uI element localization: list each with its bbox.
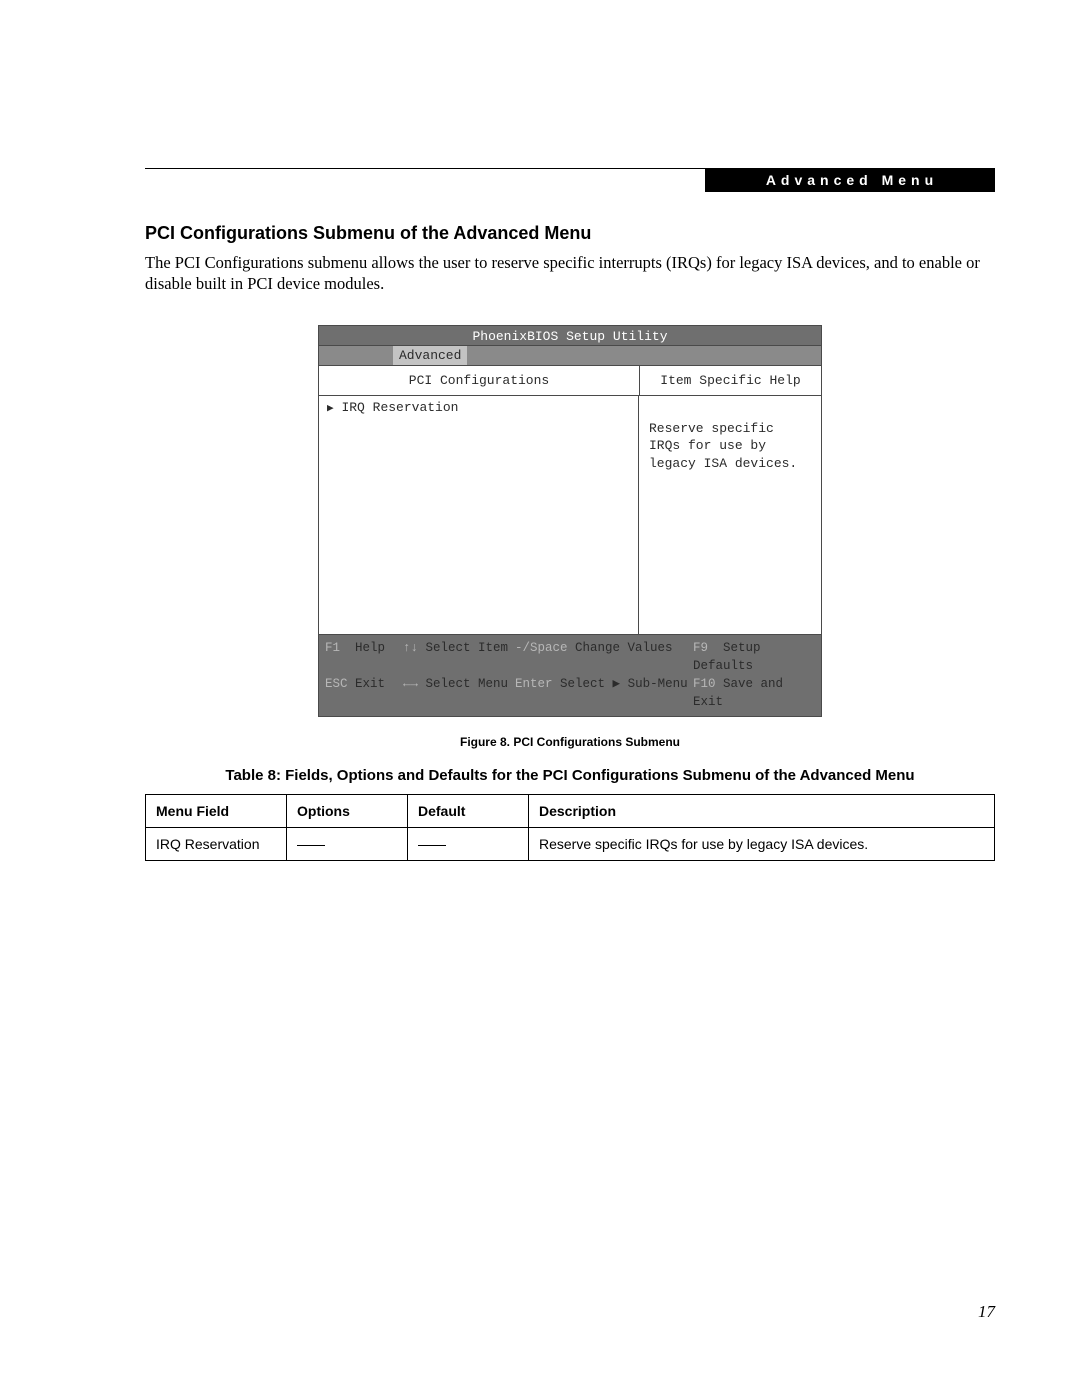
th-default: Default [408, 795, 529, 828]
key-leftright: ←→ [403, 677, 418, 691]
label-select-item: Select Item [426, 641, 509, 655]
th-description: Description [529, 795, 995, 828]
bios-screenshot: PhoenixBIOS Setup Utility Advanced PCI C… [318, 325, 822, 718]
figure-caption: Figure 8. PCI Configurations Submenu [145, 735, 995, 749]
triangle-icon: ▶ [327, 401, 334, 415]
bios-left-body: ▶ IRQ Reservation [319, 396, 639, 634]
dash-icon [418, 845, 446, 846]
key-space: -/Space [515, 641, 568, 655]
td-menu-field: IRQ Reservation [146, 828, 287, 861]
bios-tab-advanced: Advanced [393, 346, 467, 365]
bios-right-heading: Item Specific Help [640, 366, 821, 395]
bios-tabs: Advanced [319, 346, 821, 366]
section-title: PCI Configurations Submenu of the Advanc… [145, 223, 995, 244]
td-default [408, 828, 529, 861]
th-options: Options [287, 795, 408, 828]
intro-paragraph: The PCI Configurations submenu allows th… [145, 252, 995, 295]
table-title: Table 8: Fields, Options and Defaults fo… [145, 767, 995, 784]
bios-left-heading: PCI Configurations [319, 366, 640, 395]
bios-title: PhoenixBIOS Setup Utility [319, 326, 821, 346]
key-f9: F9 [693, 641, 708, 655]
table-row: IRQ Reservation Reserve specific IRQs fo… [146, 828, 995, 861]
dash-icon [297, 845, 325, 846]
label-select-menu: Select Menu [426, 677, 509, 691]
td-options [287, 828, 408, 861]
th-menu-field: Menu Field [146, 795, 287, 828]
bios-irq-item: IRQ Reservation [341, 400, 458, 415]
fields-table: Menu Field Options Default Description I… [145, 794, 995, 861]
bios-help-text: Reserve specific IRQs for use by legacy … [639, 396, 821, 634]
key-f10: F10 [693, 677, 716, 691]
label-exit: Exit [355, 677, 385, 691]
label-select-submenu: Select ▶ Sub-Menu [560, 677, 688, 691]
page-number: 17 [978, 1302, 995, 1322]
header-tab: Advanced Menu [705, 168, 995, 192]
bios-footer: F1 Help ↑↓ Select Item -/Space Change Va… [319, 635, 821, 717]
key-f1: F1 [325, 641, 340, 655]
label-change-values: Change Values [575, 641, 673, 655]
key-esc: ESC [325, 677, 348, 691]
td-description: Reserve specific IRQs for use by legacy … [529, 828, 995, 861]
key-updown: ↑↓ [403, 641, 418, 655]
label-help: Help [355, 641, 385, 655]
key-enter: Enter [515, 677, 553, 691]
